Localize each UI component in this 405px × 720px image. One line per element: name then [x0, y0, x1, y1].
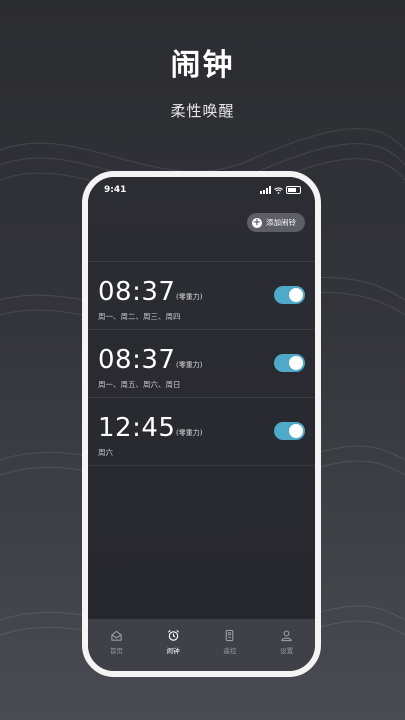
alarm-mode-tag: (零重力)	[176, 293, 203, 301]
status-time: 9:41	[104, 185, 127, 195]
alarm-toggle[interactable]	[274, 354, 305, 372]
wifi-icon	[274, 187, 283, 194]
alarm-time: 08:37	[98, 345, 176, 375]
alarm-time: 12:45	[98, 413, 176, 443]
alarm-toggle[interactable]	[274, 422, 305, 440]
tab-home-label: 首页	[109, 647, 123, 655]
alarm-repeat-days: 周六	[98, 448, 113, 457]
alarm-repeat-days: 周一、周五、周六、周日	[98, 380, 181, 389]
tab-remote[interactable]: 遥控	[202, 619, 259, 671]
phone-frame: 9:41 + 添加闹铃 08:37 (零重力) 周一、周二、周三、周四 08:3…	[82, 171, 321, 677]
add-alarm-button[interactable]: + 添加闹铃	[247, 213, 305, 232]
alarm-mode-tag: (零重力)	[176, 361, 203, 369]
alarm-toggle[interactable]	[274, 286, 305, 304]
add-alarm-label: 添加闹铃	[266, 218, 296, 227]
tab-home[interactable]: 首页	[88, 619, 145, 671]
status-bar: 9:41	[88, 185, 315, 199]
alarm-item[interactable]: 08:37 (零重力) 周一、周五、周六、周日	[88, 330, 315, 398]
alarm-time: 08:37	[98, 277, 176, 307]
alarm-clock-icon	[167, 629, 179, 641]
signal-icon	[260, 186, 271, 194]
alarm-repeat-days: 周一、周二、周三、周四	[98, 312, 181, 321]
plus-icon: +	[252, 216, 262, 228]
toggle-knob	[289, 288, 303, 302]
toggle-knob	[289, 356, 303, 370]
tab-remote-label: 遥控	[223, 647, 237, 655]
user-icon	[281, 630, 292, 642]
tab-alarm[interactable]: 闹钟	[145, 619, 202, 671]
alarm-item[interactable]: 12:45 (零重力) 周六	[88, 398, 315, 466]
remote-icon	[226, 629, 234, 642]
tab-settings-label: 设置	[280, 647, 294, 655]
tab-alarm-label: 闹钟	[166, 647, 180, 655]
toggle-knob	[289, 424, 303, 438]
status-icons	[260, 186, 301, 194]
promo-title: 闹钟	[170, 48, 235, 83]
alarm-mode-tag: (零重力)	[176, 429, 203, 437]
alarm-item[interactable]: 08:37 (零重力) 周一、周二、周三、周四	[88, 262, 315, 330]
alarm-screen: 9:41 + 添加闹铃 08:37 (零重力) 周一、周二、周三、周四 08:3…	[88, 177, 315, 671]
tab-settings[interactable]: 设置	[258, 619, 315, 671]
bottom-tab-bar: 首页 闹钟 遥控 设置	[88, 619, 315, 671]
battery-icon	[286, 186, 301, 194]
home-icon	[111, 630, 122, 641]
promo-subtitle: 柔性唤醒	[170, 102, 235, 120]
